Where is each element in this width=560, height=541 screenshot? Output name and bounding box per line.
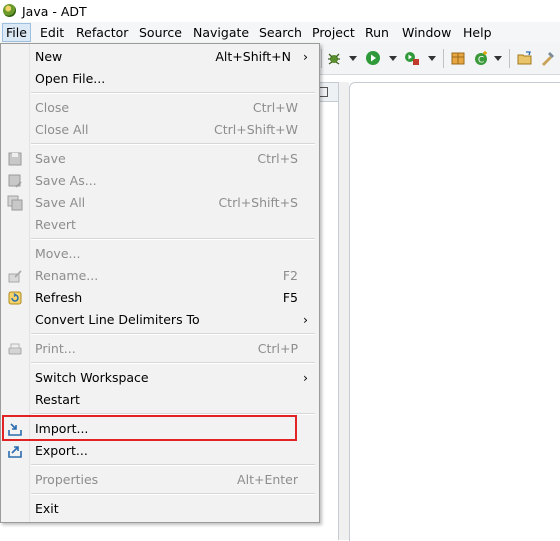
- menu-item-shortcut: Ctrl+Shift+S: [218, 195, 298, 210]
- menu-source[interactable]: Source: [136, 24, 185, 41]
- menu-item-label: Exit: [35, 501, 59, 516]
- menu-item-shortcut: F2: [282, 268, 298, 283]
- menu-item-label: Rename...: [35, 268, 99, 283]
- menu-navigate[interactable]: Navigate: [190, 24, 252, 41]
- debug-icon[interactable]: [326, 50, 342, 66]
- submenu-arrow-icon: ›: [303, 312, 308, 327]
- menu-item-label: Export...: [35, 443, 88, 458]
- menu-item-close[interactable]: Close Ctrl+W: [1, 97, 319, 119]
- pane-gap: [339, 82, 349, 540]
- menu-item-restart[interactable]: Restart: [1, 389, 319, 411]
- menu-item-export[interactable]: Export...: [1, 440, 319, 462]
- menu-bar: File Edit Refactor Source Navigate Searc…: [0, 22, 560, 43]
- refresh-icon: [7, 290, 23, 306]
- menu-item-shortcut: Ctrl+P: [257, 341, 298, 356]
- menu-item-label: Save: [35, 151, 66, 166]
- window-title: Java - ADT: [22, 4, 87, 19]
- print-icon: [7, 341, 23, 357]
- menu-item-save[interactable]: Save Ctrl+S: [1, 148, 319, 170]
- eclipse-app-icon: [3, 4, 16, 17]
- menu-separator: [31, 493, 315, 495]
- menu-item-shortcut: Ctrl+Shift+W: [214, 122, 298, 137]
- new-package-icon[interactable]: [450, 50, 466, 66]
- submenu-arrow-icon: ›: [303, 49, 308, 64]
- menu-item-rename[interactable]: Rename... F2: [1, 265, 319, 287]
- menu-item-label: Print...: [35, 341, 76, 356]
- menu-item-save-all[interactable]: Save All Ctrl+Shift+S: [1, 192, 319, 214]
- menu-item-label: Revert: [35, 217, 76, 232]
- menu-item-save-as[interactable]: Save As...: [1, 170, 319, 192]
- file-menu-dropdown: New Alt+Shift+N › Open File... Close Ctr…: [0, 43, 320, 523]
- run-dropdown-arrow[interactable]: [389, 56, 397, 61]
- submenu-arrow-icon: ›: [303, 370, 308, 385]
- menu-item-switch-workspace[interactable]: Switch Workspace ›: [1, 367, 319, 389]
- menu-search[interactable]: Search: [256, 24, 305, 41]
- external-tools-icon[interactable]: [404, 50, 420, 66]
- save-as-icon: [7, 173, 23, 189]
- run-icon[interactable]: [365, 50, 381, 66]
- menu-item-close-all[interactable]: Close All Ctrl+Shift+W: [1, 119, 319, 141]
- toolbar-separator: [321, 49, 322, 68]
- menu-item-new[interactable]: New Alt+Shift+N ›: [1, 46, 319, 68]
- menu-item-shortcut: Ctrl+S: [257, 151, 298, 166]
- menu-item-label: Save All: [35, 195, 86, 210]
- menu-edit[interactable]: Edit: [37, 24, 67, 41]
- external-tools-dropdown-arrow[interactable]: [428, 56, 436, 61]
- menu-item-properties[interactable]: Properties Alt+Enter: [1, 469, 319, 491]
- menu-project[interactable]: Project: [309, 24, 358, 41]
- menu-item-label: Open File...: [35, 71, 106, 86]
- menu-file[interactable]: File: [2, 23, 31, 42]
- title-bar: Java - ADT: [0, 0, 560, 22]
- menu-item-label: Restart: [35, 392, 80, 407]
- open-task-icon[interactable]: [540, 50, 556, 66]
- menu-item-exit[interactable]: Exit: [1, 498, 319, 520]
- toolbar-separator: [443, 49, 444, 68]
- menu-separator: [31, 238, 315, 240]
- new-class-dropdown-arrow[interactable]: [494, 56, 502, 61]
- menu-separator: [31, 362, 315, 364]
- menu-refactor[interactable]: Refactor: [73, 24, 131, 41]
- menu-item-print[interactable]: Print... Ctrl+P: [1, 338, 319, 360]
- svg-text:C: C: [478, 56, 484, 66]
- menu-item-refresh[interactable]: Refresh F5: [1, 287, 319, 309]
- export-icon: [7, 443, 23, 459]
- menu-item-open-file[interactable]: Open File...: [1, 68, 319, 90]
- menu-separator: [31, 92, 315, 94]
- menu-item-move[interactable]: Move...: [1, 243, 319, 265]
- menu-help[interactable]: Help: [460, 24, 495, 41]
- debug-dropdown-arrow[interactable]: [349, 56, 357, 61]
- menu-item-shortcut: Ctrl+W: [252, 100, 298, 115]
- editor-area: [349, 82, 560, 541]
- menu-window[interactable]: Window: [399, 24, 454, 41]
- rename-icon: [7, 268, 23, 284]
- menu-separator: [31, 333, 315, 335]
- menu-item-label: Refresh: [35, 290, 83, 305]
- save-all-icon: [7, 195, 23, 211]
- toolbar-separator: [509, 49, 510, 68]
- menu-item-label: Move...: [35, 246, 81, 261]
- menu-item-shortcut: Alt+Shift+N: [215, 49, 291, 64]
- menu-item-label: Close: [35, 100, 70, 115]
- menu-separator: [31, 464, 315, 466]
- menu-item-label: Save As...: [35, 173, 97, 188]
- menu-item-revert[interactable]: Revert: [1, 214, 319, 236]
- menu-item-shortcut: Alt+Enter: [237, 472, 298, 487]
- menu-item-label: New: [35, 49, 63, 64]
- save-icon: [7, 151, 23, 167]
- menu-separator: [31, 143, 315, 145]
- new-class-icon[interactable]: C: [473, 50, 489, 66]
- open-type-icon[interactable]: [517, 50, 533, 66]
- menu-item-label: Properties: [35, 472, 99, 487]
- menu-run[interactable]: Run: [362, 24, 392, 41]
- menu-item-label: Switch Workspace: [35, 370, 149, 385]
- import-highlight-box: [2, 415, 297, 441]
- menu-item-convert-line-delimiters[interactable]: Convert Line Delimiters To ›: [1, 309, 319, 331]
- menu-item-label: Close All: [35, 122, 89, 137]
- menu-item-shortcut: F5: [282, 290, 298, 305]
- menu-item-label: Convert Line Delimiters To: [35, 312, 200, 327]
